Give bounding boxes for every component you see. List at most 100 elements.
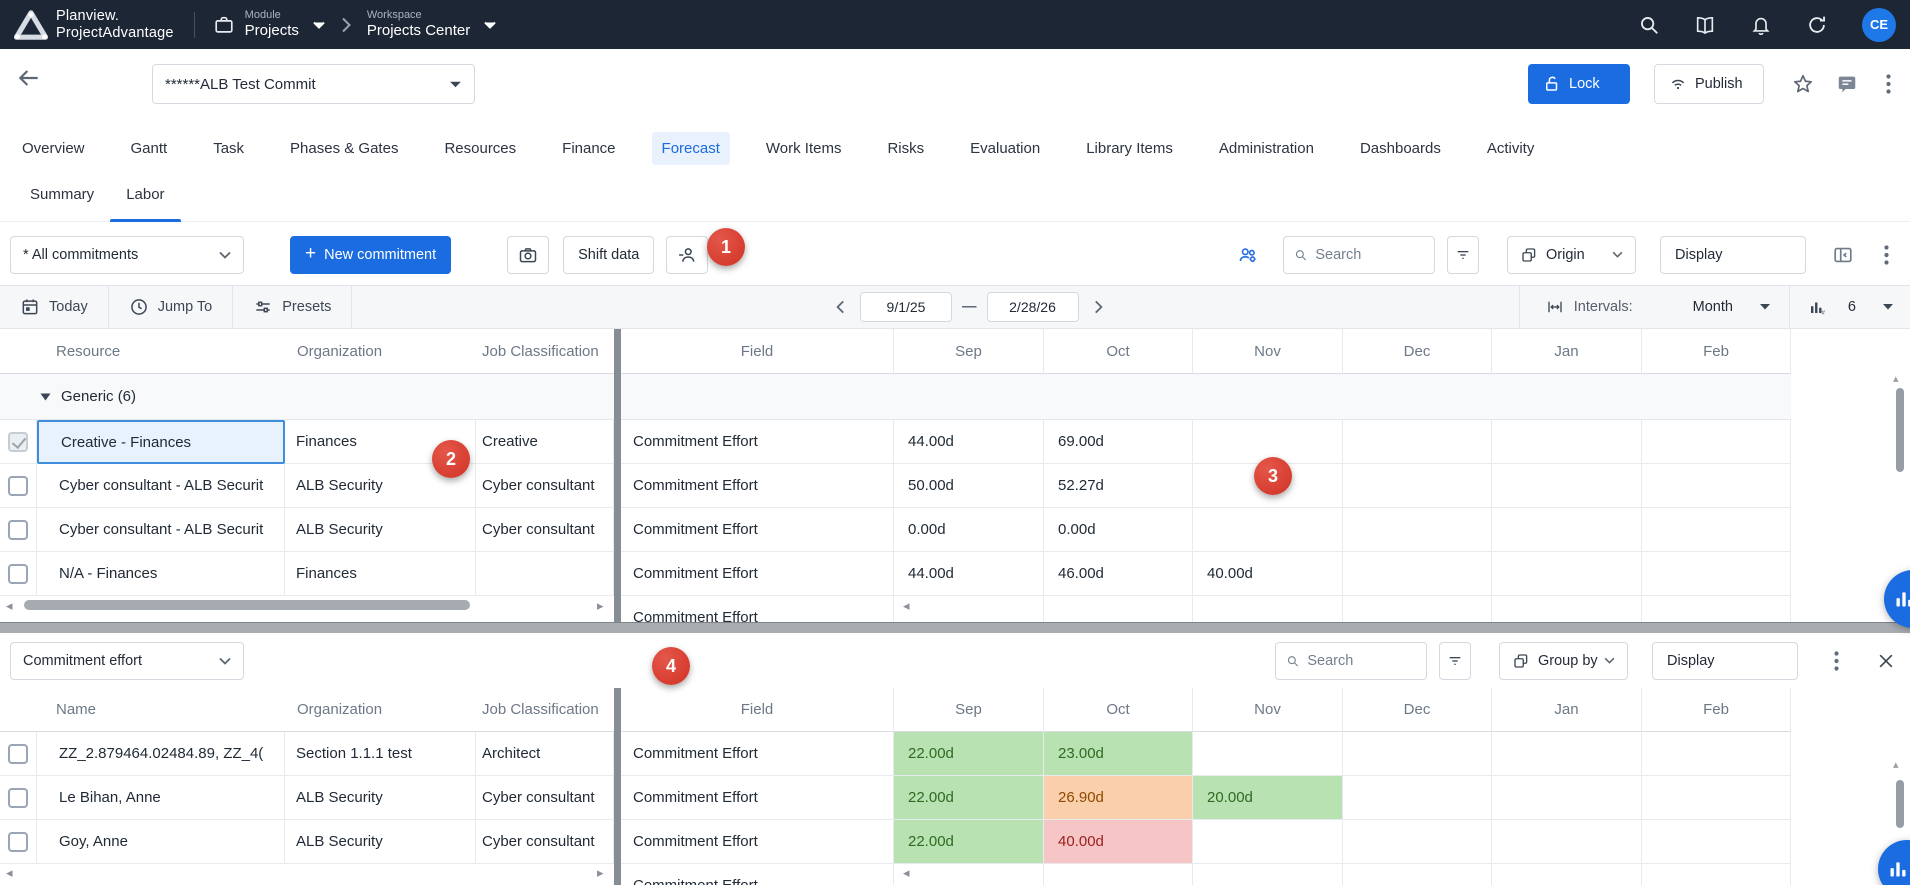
cell-month-value[interactable] bbox=[1343, 732, 1492, 776]
module-selector[interactable]: Module Projects bbox=[213, 9, 325, 40]
scroll-up-arrow-icon[interactable]: ▴ bbox=[1893, 758, 1899, 771]
panel-toggle-icon[interactable] bbox=[1832, 244, 1854, 266]
previous-period-chevron-icon[interactable] bbox=[832, 298, 850, 316]
cell-field-partial[interactable]: Commitment Effort bbox=[621, 864, 894, 885]
tab-activity[interactable]: Activity bbox=[1477, 132, 1545, 165]
cell-month-value[interactable] bbox=[1642, 464, 1791, 508]
cell-month-value[interactable] bbox=[1642, 820, 1791, 864]
cell-month-value[interactable]: 22.00d bbox=[894, 820, 1044, 864]
cell-month-value[interactable]: 22.00d bbox=[894, 732, 1044, 776]
cell-month-value[interactable]: 52.27d bbox=[1044, 464, 1193, 508]
cell-month-value[interactable]: 20.00d bbox=[1193, 776, 1343, 820]
cell-field[interactable]: Commitment Effort bbox=[621, 464, 894, 508]
cell-month-value[interactable] bbox=[1193, 508, 1343, 552]
row-checkbox[interactable] bbox=[8, 564, 28, 584]
workspace-selector[interactable]: Workspace Projects Center bbox=[367, 9, 496, 40]
grid-pane-splitter[interactable] bbox=[614, 329, 621, 622]
tab-dashboards[interactable]: Dashboards bbox=[1350, 132, 1451, 165]
notifications-icon[interactable] bbox=[1750, 14, 1772, 36]
assignments-display-button[interactable]: Display bbox=[1652, 642, 1798, 680]
cell-job-classification[interactable] bbox=[476, 552, 614, 596]
assignments-search-input[interactable] bbox=[1307, 653, 1416, 669]
hscroll-right-arrow-icon[interactable]: ▸ bbox=[597, 866, 604, 879]
lock-button[interactable]: Lock bbox=[1528, 64, 1630, 104]
cell-job-classification[interactable]: Cyber consultant bbox=[476, 508, 614, 552]
cell-organization[interactable]: ALB Security bbox=[285, 508, 476, 552]
new-commitment-button[interactable]: + New commitment bbox=[290, 236, 451, 274]
cell-name[interactable]: Goy, Anne bbox=[37, 820, 285, 864]
subtab-summary[interactable]: Summary bbox=[14, 178, 110, 222]
assignments-view-select[interactable]: Commitment effort bbox=[10, 642, 244, 680]
assignments-filter-button[interactable] bbox=[1439, 642, 1471, 680]
cell-field[interactable]: Commitment Effort bbox=[621, 732, 894, 776]
documentation-icon[interactable] bbox=[1694, 14, 1716, 36]
cell-month-value[interactable] bbox=[1044, 864, 1193, 885]
cell-month-value[interactable] bbox=[1343, 464, 1492, 508]
cell-organization[interactable]: ALB Security bbox=[285, 820, 476, 864]
cell-month-value[interactable] bbox=[1642, 864, 1791, 885]
origin-select[interactable]: Origin bbox=[1507, 236, 1636, 274]
hscroll-left-arrow-icon[interactable]: ◂ bbox=[6, 599, 13, 612]
cell-month-value[interactable] bbox=[1343, 596, 1492, 622]
assign-resource-button[interactable] bbox=[666, 236, 708, 274]
cell-month-value[interactable] bbox=[1492, 732, 1642, 776]
presets-button[interactable]: Presets bbox=[233, 286, 352, 328]
tab-administration[interactable]: Administration bbox=[1209, 132, 1324, 165]
tab-evaluation[interactable]: Evaluation bbox=[960, 132, 1050, 165]
cell-month-value[interactable]: 50.00d bbox=[894, 464, 1044, 508]
scroll-up-arrow-icon[interactable]: ▴ bbox=[1893, 372, 1899, 385]
cell-job-classification[interactable]: Cyber consultant bbox=[476, 776, 614, 820]
panel-splitter[interactable] bbox=[0, 622, 1910, 633]
cell-job-classification[interactable]: Creative bbox=[476, 420, 614, 464]
cell-month-value[interactable] bbox=[1343, 420, 1492, 464]
group-by-select[interactable]: Group by bbox=[1499, 642, 1628, 680]
cell-field[interactable]: Commitment Effort bbox=[621, 552, 894, 596]
row-checkbox[interactable] bbox=[8, 520, 28, 540]
hscroll-left-arrow-icon[interactable]: ◂ bbox=[6, 866, 13, 879]
subtab-labor[interactable]: Labor bbox=[110, 178, 180, 222]
tab-gantt[interactable]: Gantt bbox=[121, 132, 178, 165]
favorite-star-icon[interactable] bbox=[1792, 73, 1814, 95]
cell-month-value[interactable]: 40.00d bbox=[1193, 552, 1343, 596]
bottom-grid-vertical-scrollbar[interactable] bbox=[1896, 780, 1904, 828]
interval-select[interactable]: Month bbox=[1693, 299, 1771, 315]
interval-count-select[interactable]: 6 bbox=[1848, 299, 1894, 315]
cell-month-value[interactable] bbox=[1492, 552, 1642, 596]
tab-resources[interactable]: Resources bbox=[434, 132, 526, 165]
next-period-chevron-icon[interactable] bbox=[1089, 298, 1107, 316]
row-checkbox[interactable] bbox=[8, 432, 28, 452]
cell-month-value[interactable]: 23.00d bbox=[1044, 732, 1193, 776]
row-checkbox[interactable] bbox=[8, 744, 28, 764]
cell-month-value[interactable] bbox=[1193, 732, 1343, 776]
cell-month-value[interactable] bbox=[1193, 596, 1343, 622]
cell-month-value[interactable]: 40.00d bbox=[1044, 820, 1193, 864]
cell-month-value[interactable] bbox=[1642, 776, 1791, 820]
filter-button[interactable] bbox=[1447, 236, 1479, 274]
snapshot-button[interactable] bbox=[507, 236, 549, 274]
team-settings-icon[interactable] bbox=[1237, 244, 1259, 266]
cell-organization[interactable]: Section 1.1.1 test bbox=[285, 732, 476, 776]
cell-month-value[interactable]: 44.00d bbox=[894, 552, 1044, 596]
cell-month-value[interactable] bbox=[1642, 552, 1791, 596]
cell-name[interactable]: Creative - Finances bbox=[37, 420, 285, 464]
jump-to-button[interactable]: Jump To bbox=[109, 286, 234, 328]
cell-month-value[interactable] bbox=[1642, 596, 1791, 622]
back-arrow-icon[interactable] bbox=[16, 65, 42, 91]
tab-library-items[interactable]: Library Items bbox=[1076, 132, 1183, 165]
tab-forecast[interactable]: Forecast bbox=[652, 132, 730, 165]
cell-month-value[interactable] bbox=[1343, 508, 1492, 552]
comments-icon[interactable] bbox=[1836, 73, 1858, 95]
cell-month-value[interactable] bbox=[1492, 464, 1642, 508]
cell-job-classification[interactable]: Architect bbox=[476, 732, 614, 776]
close-panel-icon[interactable] bbox=[1876, 651, 1896, 671]
group-row-generic[interactable]: Generic (6) bbox=[0, 374, 1791, 420]
cell-month-value[interactable] bbox=[1642, 420, 1791, 464]
tab-task[interactable]: Task bbox=[203, 132, 254, 165]
cell-field[interactable]: Commitment Effort bbox=[621, 508, 894, 552]
cell-job-classification[interactable]: Cyber consultant bbox=[476, 464, 614, 508]
cell-month-value[interactable] bbox=[1492, 596, 1642, 622]
cell-month-value[interactable]: 44.00d bbox=[894, 420, 1044, 464]
row-checkbox[interactable] bbox=[8, 476, 28, 496]
cell-month-value[interactable] bbox=[1193, 864, 1343, 885]
cell-organization[interactable]: ALB Security bbox=[285, 776, 476, 820]
